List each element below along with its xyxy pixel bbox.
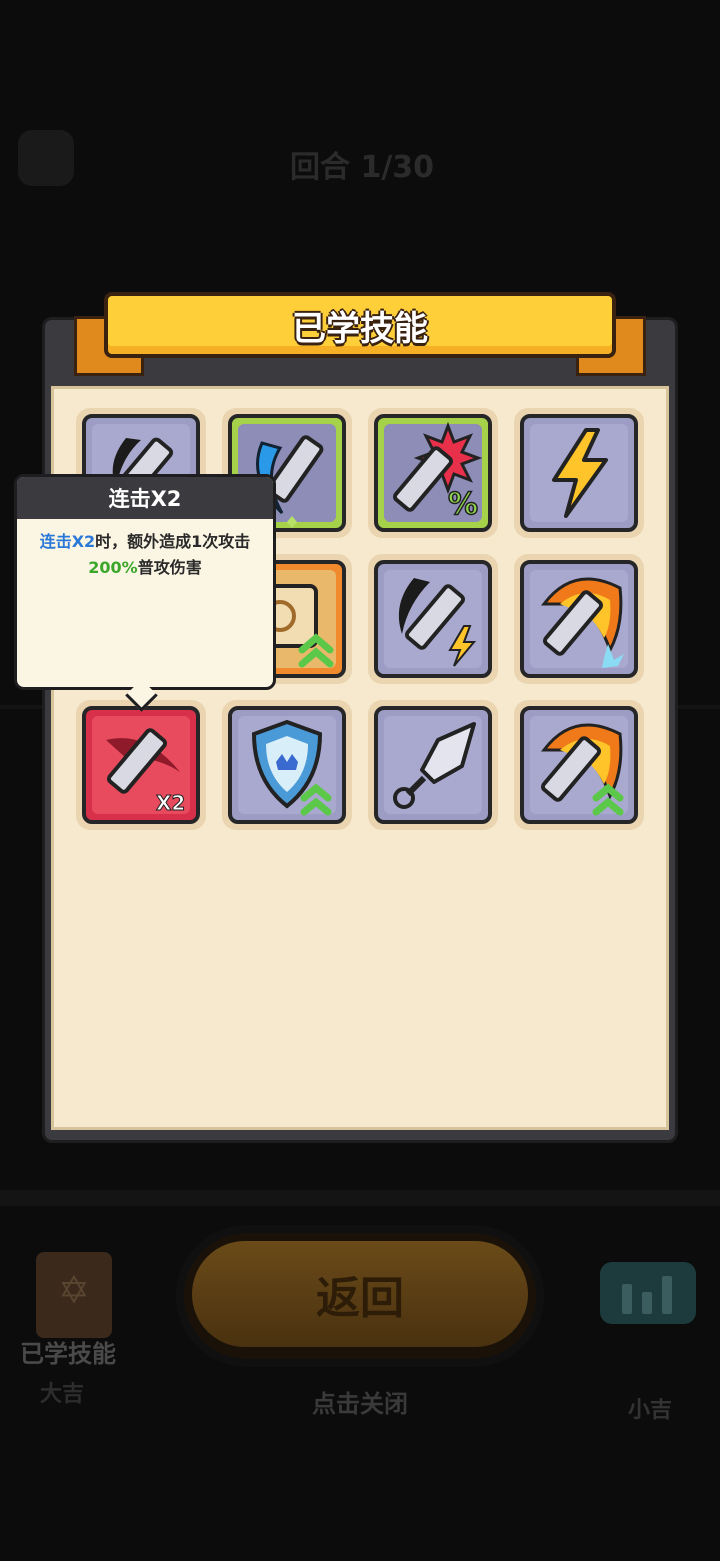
tap-to-close-hint: 点击关闭 [312,1390,408,1418]
lightning-icon [552,428,608,518]
shield-upgrade-icon [251,719,332,816]
bar-chart-icon [642,1292,652,1314]
skill-slot-11[interactable] [368,700,498,830]
skill-card [374,706,492,824]
sword-crit-percent-icon: % [392,421,483,523]
skill-slot-9[interactable]: X2 [76,700,206,830]
skill-card [520,706,638,824]
skill-card [520,414,638,532]
skill-card [228,706,346,824]
tooltip-damage-percent: 200% [88,558,138,577]
right-bottom-label: 小吉 [628,1398,673,1423]
sword-fire-ice-icon [540,577,624,668]
svg-text:X2: X2 [156,791,185,815]
tooltip-text: 普攻伤害 [137,558,202,577]
skill-slot-10[interactable] [222,700,352,830]
back-button[interactable]: 返回 [184,1233,536,1359]
sword-lightning-icon [398,578,477,667]
skill-card: % [374,414,492,532]
kunai-icon [393,722,476,809]
hexagram-icon: ✡ [58,1268,90,1312]
panel-title-ribbon: 已学技能 [104,292,616,358]
tooltip-description: 连击X2时，额外造成1次攻击 200%普攻伤害 [23,529,267,581]
panel-title: 已学技能 [292,308,428,349]
skill-slot-3[interactable]: % [368,408,498,538]
skill-slot-12[interactable] [514,700,644,830]
divider [0,1190,720,1206]
bar-chart-icon [662,1276,672,1314]
skill-slot-7[interactable] [368,554,498,684]
bar-chart-icon [622,1284,632,1314]
skill-tooltip: 连击X2 连击X2时，额外造成1次攻击 200%普攻伤害 [14,474,276,690]
svg-text:%: % [448,487,478,522]
skill-slot-4[interactable] [514,408,644,538]
skill-slot-8[interactable] [514,554,644,684]
round-counter: 回合 1/30 [290,150,435,185]
sword-combo-x2-icon: X2 [106,728,186,816]
tooltip-text: 时，额外造成1次攻击 [95,532,251,551]
stats-button[interactable] [600,1262,696,1324]
settings-gear-icon [18,130,74,186]
tooltip-title: 连击X2 [17,477,273,519]
tooltip-skill-name: 连击X2 [39,532,96,551]
learned-skills-label[interactable]: 已学技能 [20,1334,116,1369]
skill-card [520,560,638,678]
skill-card [374,560,492,678]
back-button-label: 返回 [192,1241,528,1347]
skill-card: X2 [82,706,200,824]
sword-fire-upgrade-icon [540,723,624,816]
